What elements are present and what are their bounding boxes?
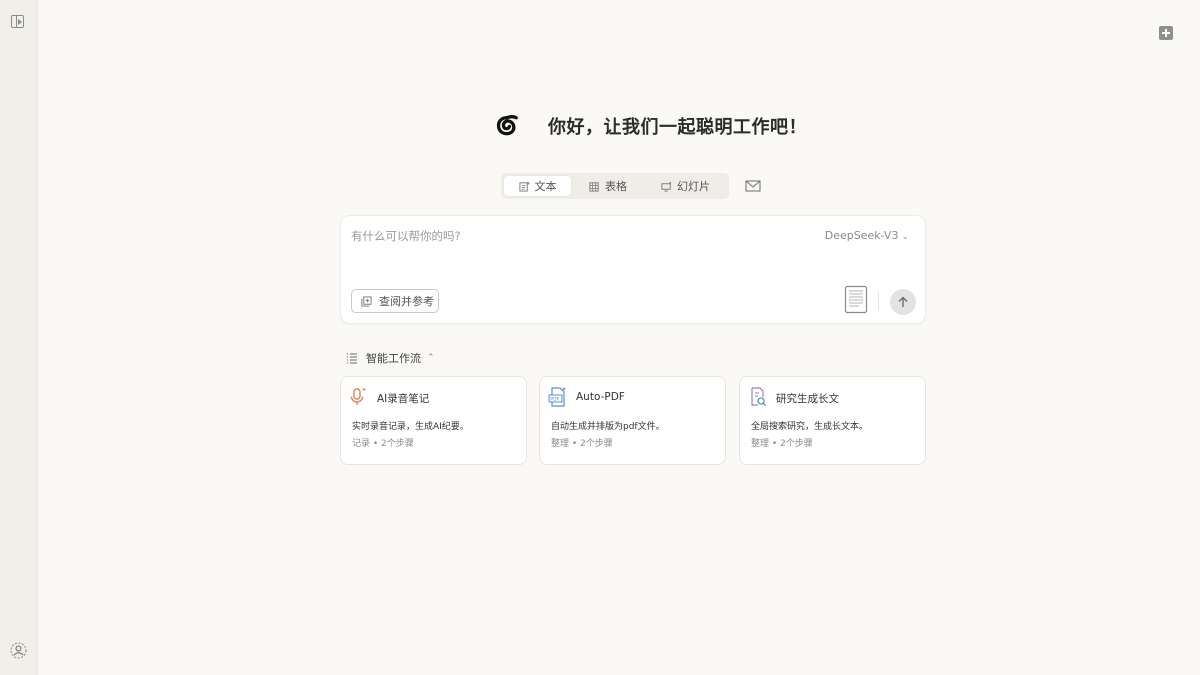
microphone-icon xyxy=(350,388,366,405)
send-button[interactable] xyxy=(890,289,916,315)
attach-reference-icon xyxy=(361,295,372,307)
card-meta: 整理 • 2个步骤 xyxy=(751,439,813,449)
tab-slides[interactable]: 幻灯片 xyxy=(661,176,710,196)
mode-tabs: 文本 表格 幻灯片 xyxy=(501,173,729,199)
chevron-up-icon: ⌃ xyxy=(427,353,435,363)
card-title: 研究生成长文 xyxy=(776,393,839,405)
prompt-box: DeepSeek-V3⌄ 查阅并参考 xyxy=(340,215,926,324)
workflow-card-research[interactable]: 研究生成长文 全局搜索研究，生成长文本。 整理 • 2个步骤 xyxy=(739,376,926,465)
card-description: 全局搜索研究，生成长文本。 xyxy=(751,422,869,432)
card-meta: 整理 • 2个步骤 xyxy=(551,439,613,449)
mail-icon[interactable] xyxy=(745,180,761,192)
reference-button-label: 查阅并参考 xyxy=(379,295,434,308)
toolbar-divider xyxy=(878,292,879,310)
card-title: Auto-PDF xyxy=(576,391,625,403)
model-select[interactable]: DeepSeek-V3 ⌄ xyxy=(825,229,909,242)
new-chat-icon[interactable] xyxy=(1159,26,1173,40)
card-meta: 记录 • 2个步骤 xyxy=(352,439,414,449)
search-document-icon xyxy=(751,387,767,407)
tab-text[interactable]: 文本 xyxy=(504,176,571,196)
slides-icon xyxy=(661,181,672,191)
tab-table-label: 表格 xyxy=(605,180,627,193)
reference-button[interactable]: 查阅并参考 xyxy=(351,289,439,313)
workflow-title: 智能工作流 xyxy=(366,352,421,365)
user-avatar-icon[interactable] xyxy=(10,642,27,659)
sidebar xyxy=(0,0,38,675)
tab-table[interactable]: 表格 xyxy=(589,176,627,196)
workflow-header[interactable]: 智能工作流 ⌃ xyxy=(346,350,435,366)
tab-text-label: 文本 xyxy=(534,180,557,193)
text-doc-icon xyxy=(518,181,530,192)
card-title: AI录音笔记 xyxy=(377,393,430,405)
prompt-input[interactable] xyxy=(351,226,771,246)
table-icon xyxy=(589,181,599,192)
card-description: 实时录音记录，生成AI纪要。 xyxy=(352,422,469,432)
chevron-down-icon: ⌄ xyxy=(901,232,909,242)
app-logo-icon xyxy=(496,114,518,136)
list-icon xyxy=(347,353,357,363)
model-select-label: DeepSeek-V3 xyxy=(824,229,899,242)
greeting-title: 你好，让我们一起聪明工作吧！ xyxy=(548,117,807,138)
sidebar-toggle-icon[interactable] xyxy=(11,15,24,28)
workflow-card-auto-pdf[interactable]: PDF Auto-PDF 自动生成并排版为pdf文件。 整理 • 2个步骤 xyxy=(539,376,726,465)
pdf-file-icon: PDF xyxy=(548,387,566,407)
arrow-up-icon xyxy=(898,296,908,307)
workflow-card-ai-recording[interactable]: AI录音笔记 实时录音记录，生成AI纪要。 记录 • 2个步骤 xyxy=(340,376,527,465)
tab-slides-label: 幻灯片 xyxy=(677,180,710,193)
card-description: 自动生成并排版为pdf文件。 xyxy=(551,422,665,432)
svg-text:PDF: PDF xyxy=(550,397,559,403)
document-upload-icon[interactable] xyxy=(844,285,868,314)
